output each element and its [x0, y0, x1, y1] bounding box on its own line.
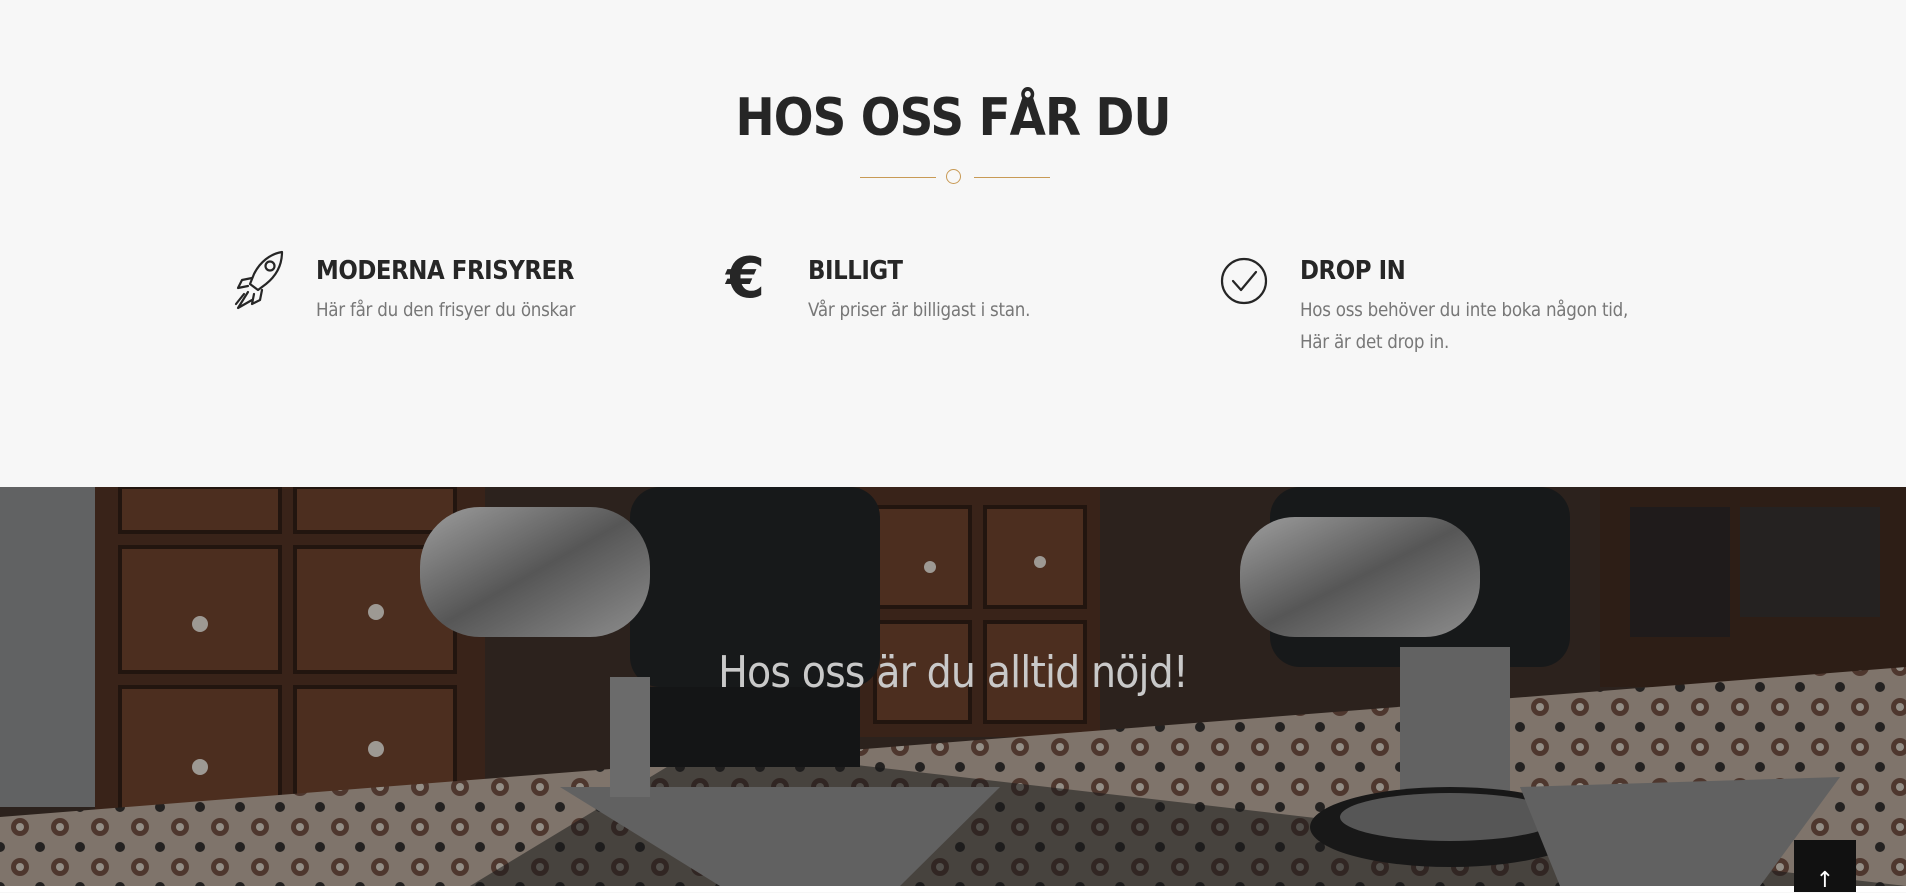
- features-section: HOS OSS FÅR DU MODERNA FRISYRER Här får …: [0, 0, 1906, 487]
- hero-banner: Hos oss är du alltid nöjd!: [0, 487, 1906, 886]
- scroll-to-top-button[interactable]: ↑: [1794, 840, 1856, 892]
- feature-title: MODERNA FRISYRER: [316, 256, 574, 286]
- feature-title: DROP IN: [1300, 256, 1406, 286]
- feature-description: Här får du den frisyer du önskar: [316, 299, 576, 321]
- rocket-icon: [234, 250, 286, 312]
- check-circle-icon: [1218, 250, 1270, 312]
- section-title: HOS OSS FÅR DU: [735, 88, 1171, 148]
- euro-glyph: €: [726, 246, 765, 311]
- divider-line-left: [860, 177, 936, 178]
- bottom-strip: [0, 886, 1906, 892]
- feature-title: BILLIGT: [808, 256, 903, 286]
- hero-tagline: Hos oss är du alltid nöjd!: [718, 647, 1189, 698]
- divider-circle-icon: [946, 169, 961, 184]
- feature-description: Hos oss behöver du inte boka någon tid, …: [1300, 299, 1629, 353]
- euro-icon: €: [726, 246, 778, 312]
- feature-description: Vår priser är billigast i stan.: [808, 299, 1031, 321]
- arrow-up-icon: ↑: [1815, 868, 1835, 893]
- divider-line-right: [974, 177, 1050, 178]
- title-divider: [860, 168, 1050, 188]
